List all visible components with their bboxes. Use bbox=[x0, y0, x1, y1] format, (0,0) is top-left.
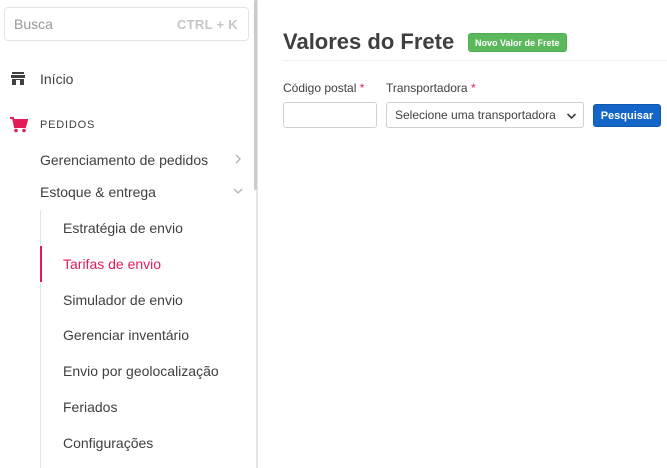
required-mark: * bbox=[470, 81, 476, 95]
store-icon bbox=[11, 72, 25, 85]
nav-section-label: PEDIDOS bbox=[40, 119, 96, 131]
postal-code-label: Código postal * bbox=[283, 81, 364, 95]
nav-home[interactable]: Início bbox=[0, 62, 250, 96]
postal-code-label-text: Código postal bbox=[283, 81, 357, 95]
carrier-select[interactable]: Selecione uma transportadora bbox=[386, 102, 584, 128]
nav-item-label: Estoque & entrega bbox=[40, 184, 156, 200]
nav-home-label: Início bbox=[40, 71, 74, 87]
nav-item-label: Gerenciamento de pedidos bbox=[40, 152, 209, 168]
main-content: Valores do Frete Novo Valor de Frete Cód… bbox=[258, 0, 667, 468]
new-freight-value-button[interactable]: Novo Valor de Frete bbox=[468, 33, 567, 52]
chevron-right-icon bbox=[235, 154, 241, 164]
subnav-item-holidays[interactable]: Feriados bbox=[40, 389, 250, 425]
chevron-down-icon bbox=[233, 188, 243, 194]
title-divider bbox=[283, 60, 667, 61]
nav-item-stock-delivery[interactable]: Estoque & entrega bbox=[40, 178, 250, 206]
search-placeholder: Busca bbox=[14, 16, 53, 32]
subnav-item-shipping-simulator[interactable]: Simulador de envio bbox=[40, 282, 250, 318]
sidebar-scrollbar[interactable] bbox=[254, 0, 257, 190]
required-mark: * bbox=[359, 81, 365, 95]
sidebar: Busca CTRL + K Início PEDIDOS Gerenciame… bbox=[0, 0, 256, 468]
subnav-item-geolocation-shipping[interactable]: Envio por geolocalização bbox=[40, 353, 250, 389]
postal-code-input[interactable] bbox=[283, 102, 377, 128]
chevron-down-icon bbox=[566, 113, 577, 120]
search-box[interactable]: Busca CTRL + K bbox=[4, 7, 249, 41]
subnav-item-shipping-rates[interactable]: Tarifas de envio bbox=[40, 246, 250, 282]
nav-section-orders[interactable]: PEDIDOS bbox=[0, 108, 250, 142]
search-shortcut-hint: CTRL + K bbox=[176, 16, 238, 32]
carrier-label-text: Transportadora bbox=[386, 81, 468, 95]
subnav-item-settings[interactable]: Configurações bbox=[40, 425, 250, 461]
carrier-select-value: Selecione uma transportadora bbox=[395, 108, 556, 122]
cart-icon bbox=[10, 117, 28, 133]
subnav-item-manage-inventory[interactable]: Gerenciar inventário bbox=[40, 317, 250, 353]
subnav-item-shipping-strategy[interactable]: Estratégia de envio bbox=[40, 210, 250, 246]
page-title: Valores do Frete bbox=[283, 29, 455, 54]
search-button[interactable]: Pesquisar bbox=[593, 104, 661, 127]
carrier-label: Transportadora * bbox=[386, 81, 476, 95]
nav-item-order-management[interactable]: Gerenciamento de pedidos bbox=[40, 146, 250, 174]
